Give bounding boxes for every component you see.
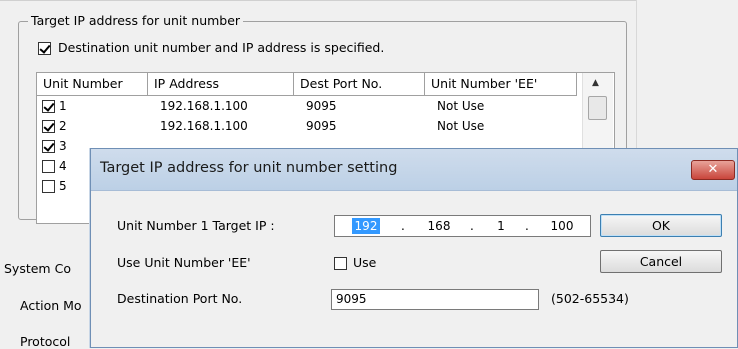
cell-unit-ee: Not Use	[437, 119, 485, 133]
system-config-label: System Co	[4, 261, 71, 276]
target-ip-input[interactable]: 192 . 168 . 1 . 100	[334, 215, 591, 237]
close-button[interactable]: ✕	[691, 160, 735, 180]
row-checkbox[interactable]	[42, 180, 55, 193]
use-ee-checkbox[interactable]	[334, 257, 347, 270]
table-row[interactable]: 2 192.168.1.100 9095 Not Use	[37, 116, 577, 136]
cancel-button[interactable]: Cancel	[600, 250, 722, 273]
panel-top-border	[0, 0, 636, 1]
dialog-title: Target IP address for unit number settin…	[100, 160, 398, 176]
ip-octet-1[interactable]: 192	[352, 218, 380, 234]
column-header-unit-number[interactable]: Unit Number	[37, 73, 148, 95]
ip-dot: .	[470, 219, 474, 233]
dest-port-label: Destination Port No.	[117, 291, 243, 306]
protocol-label: Protocol	[20, 334, 71, 349]
cell-dest-port: 9095	[306, 119, 337, 133]
ip-octet-3[interactable]: 1	[491, 218, 511, 234]
cell-dest-port: 9095	[306, 99, 337, 113]
specified-checkbox[interactable]	[38, 42, 51, 55]
cell-ip-address: 192.168.1.100	[160, 119, 248, 133]
use-unit-ee-label: Use Unit Number 'EE'	[117, 255, 251, 270]
ip-octet-4[interactable]: 100	[545, 218, 579, 234]
cell-unit-ee: Not Use	[437, 99, 485, 113]
row-checkbox[interactable]	[42, 140, 55, 153]
action-mode-label: Action Mo	[20, 298, 82, 313]
ok-button[interactable]: OK	[600, 214, 722, 237]
scroll-up-arrow-icon[interactable]: ▲	[592, 78, 599, 88]
column-header-ip-address[interactable]: IP Address	[148, 73, 294, 95]
scroll-thumb[interactable]	[588, 96, 607, 120]
use-ee-checkbox-label: Use	[353, 255, 377, 270]
dest-port-input[interactable]: 9095	[331, 289, 539, 310]
table-row[interactable]: 1 192.168.1.100 9095 Not Use	[37, 96, 577, 116]
ip-dot: .	[525, 219, 529, 233]
target-ip-setting-dialog: Target IP address for unit number settin…	[90, 148, 738, 348]
cell-unit-number: 3	[59, 139, 67, 153]
ip-octet-2[interactable]: 168	[425, 218, 453, 234]
column-header-dest-port[interactable]: Dest Port No.	[294, 73, 425, 95]
cell-unit-number: 1	[59, 99, 67, 113]
close-icon: ✕	[707, 162, 719, 177]
cell-unit-number: 5	[59, 179, 67, 193]
specified-checkbox-label: Destination unit number and IP address i…	[58, 40, 385, 55]
target-ip-label: Unit Number 1 Target IP :	[117, 218, 275, 233]
cell-unit-number: 2	[59, 119, 67, 133]
ip-dot: .	[401, 219, 405, 233]
groupbox-caption: Target IP address for unit number	[28, 13, 244, 29]
table-header: Unit Number IP Address Dest Port No. Uni…	[37, 73, 577, 96]
row-checkbox[interactable]	[42, 100, 55, 113]
dialog-titlebar[interactable]: Target IP address for unit number settin…	[91, 149, 737, 191]
row-checkbox[interactable]	[42, 120, 55, 133]
cell-unit-number: 4	[59, 159, 67, 173]
row-checkbox[interactable]	[42, 160, 55, 173]
port-range-hint: (502-65534)	[551, 291, 629, 306]
column-header-unit-ee[interactable]: Unit Number 'EE'	[425, 73, 577, 95]
cell-ip-address: 192.168.1.100	[160, 99, 248, 113]
